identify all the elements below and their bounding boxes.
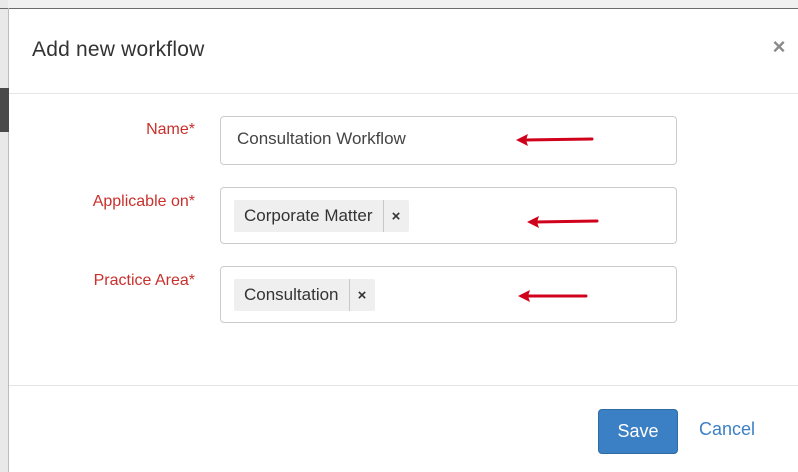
applicable-on-select[interactable]: Corporate Matter × [220,187,677,244]
close-icon[interactable]: × [768,36,790,60]
tag-label: Consultation [244,285,339,304]
practice-area-tag: Consultation × [234,279,375,311]
practice-area-select[interactable]: Consultation × [220,266,677,323]
background-edge-top [8,0,798,8]
modal-title: Add new workflow [32,38,205,61]
applicable-on-label: Applicable on* [92,193,195,210]
name-input[interactable] [237,129,657,149]
cancel-link[interactable]: Cancel [699,419,755,440]
background-edge-left [0,0,8,472]
backdrop-left-mark [0,88,9,132]
tag-remove-icon[interactable]: × [382,200,409,232]
save-button[interactable]: Save [598,409,678,454]
modal-header: Add new workflow × [9,9,798,94]
name-field[interactable] [220,116,677,165]
add-workflow-modal: Add new workflow × Name* Applicable on* … [9,9,798,472]
arrow-left-icon [518,290,588,302]
practice-area-label: Practice Area* [93,272,195,289]
screenshot-stage: Add new workflow × Name* Applicable on* … [0,0,798,472]
arrow-left-icon [516,134,594,146]
tag-remove-icon[interactable]: × [348,279,375,311]
modal-footer: Save Cancel [9,385,798,472]
applicable-on-tag: Corporate Matter × [234,200,409,232]
name-label: Name* [146,121,195,138]
tag-label: Corporate Matter [244,206,373,225]
arrow-left-icon [527,216,599,228]
